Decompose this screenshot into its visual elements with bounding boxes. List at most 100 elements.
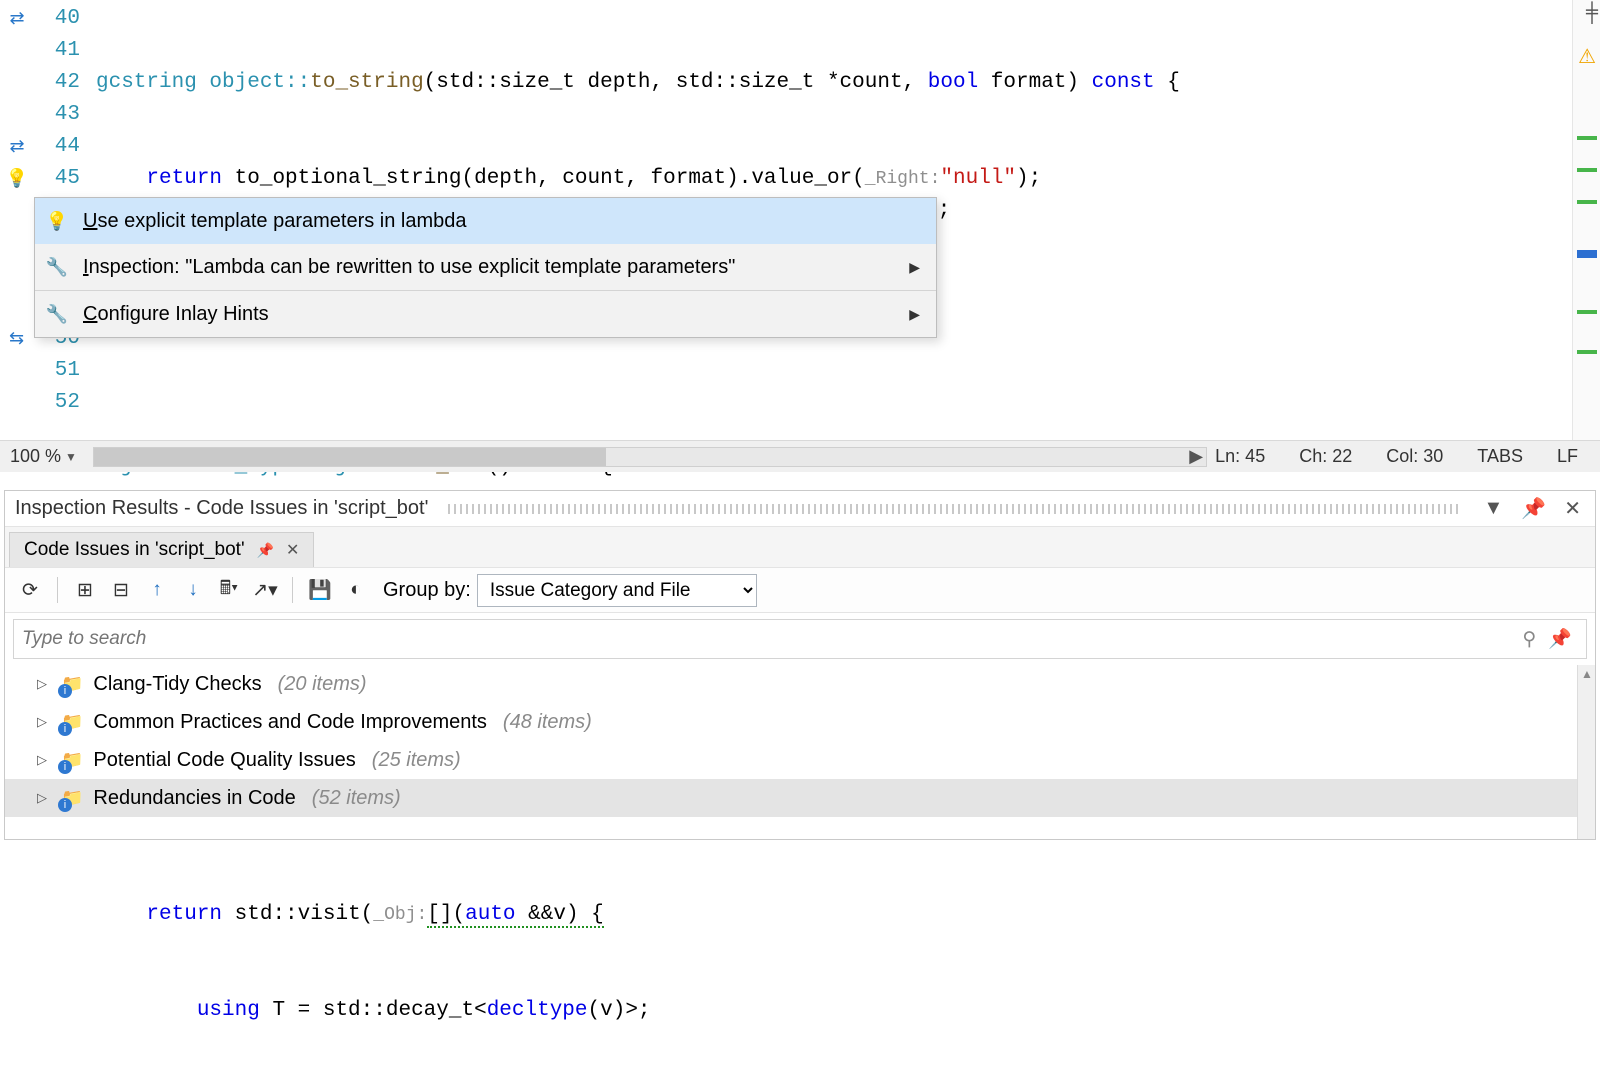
tree-category[interactable]: ▷ 📁 Potential Code Quality Issues (25 it… [5,741,1595,779]
expand-icon[interactable]: ▷ [37,752,51,768]
code-text: bool [928,71,978,94]
export-button[interactable]: ↗▾ [250,579,280,602]
override-icon[interactable]: ⇄ [9,328,24,350]
save-button[interactable]: 💾 [305,578,335,602]
chevron-down-icon[interactable]: ▼ [65,450,77,464]
close-icon[interactable]: ✕ [1560,496,1585,521]
zoom-value: 100 % [10,446,61,467]
marker[interactable] [1577,250,1597,258]
panel-titlebar[interactable]: Inspection Results - Code Issues in 'scr… [5,491,1595,527]
pin-icon[interactable]: 📌 [1517,496,1550,521]
scroll-right-icon[interactable]: ▶ [1186,448,1206,466]
menu-item-inspection[interactable]: 🔧 Inspection: "Lambda can be rewritten t… [35,244,936,290]
category-count: (48 items) [503,711,592,734]
prev-button[interactable]: ↑ [142,579,172,601]
editor-statusbar: 100 % ▼ ◀ ▶ Ln: 45 Ch: 22 Col: 30 TABS L… [0,440,1600,472]
panel-tab[interactable]: Code Issues in 'script_bot' 📌 ✕ [9,532,314,567]
category-label: Clang-Tidy Checks [93,673,261,696]
scroll-up-icon[interactable]: ▲ [1581,667,1593,681]
code-text: to_string [310,71,423,94]
marker[interactable] [1577,200,1597,204]
marker[interactable] [1577,350,1597,354]
folder-icon: 📁 [61,712,83,733]
folder-icon: 📁 [61,788,83,809]
warning-icon[interactable]: ⚠ [1578,44,1596,70]
status-tabs[interactable]: TABS [1477,446,1523,467]
category-count: (52 items) [312,787,401,810]
tree-category[interactable]: ▷ 📁 Clang-Tidy Checks (20 items) [5,665,1595,703]
tree-category[interactable]: ▷ 📁 Redundancies in Code (52 items) [5,779,1595,817]
folder-icon: 📁 [61,750,83,771]
override-icon[interactable]: ⇄ [9,8,24,30]
code-text: decltype [487,999,588,1022]
submenu-arrow-icon: ▶ [909,259,920,276]
code-text: std::visit( [222,903,373,926]
vertical-scrollbar[interactable]: ▲ [1577,665,1595,839]
expand-icon[interactable]: ▷ [37,790,51,806]
panel-grip[interactable] [448,504,1459,514]
override-icon[interactable]: ⇄ [9,136,24,158]
pin-icon[interactable]: 📌 [1542,627,1578,651]
panel-title: Inspection Results - Code Issues in 'scr… [15,497,428,520]
category-count: (25 items) [372,749,461,772]
tree-category[interactable]: ▷ 📁 Common Practices and Code Improvemen… [5,703,1595,741]
menu-item-label: Inspection: "Lambda can be rewritten to … [83,256,895,279]
status-col[interactable]: Col: 30 [1386,446,1443,467]
menu-item-use-explicit-template[interactable]: 💡 Use explicit template parameters in la… [35,198,936,244]
code-text: return [146,167,222,190]
panel-tabbar: Code Issues in 'script_bot' 📌 ✕ [5,527,1595,567]
expand-icon[interactable]: ▷ [37,714,51,730]
split-handle-icon[interactable]: ╪ [1586,2,1598,25]
code-text: &&v) { [516,903,604,926]
error-stripe[interactable]: ╪ ⚠ [1572,0,1600,440]
zoom-control[interactable]: 100 % ▼ [0,446,85,467]
issues-tree[interactable]: ▷ 📁 Clang-Tidy Checks (20 items) ▷ 📁 Com… [5,665,1595,839]
code-text: auto [465,903,515,926]
quickfix-popup[interactable]: 💡 Use explicit template parameters in la… [34,197,937,338]
panel-menu-icon[interactable]: ▼ [1480,497,1508,520]
status-char[interactable]: Ch: 22 [1299,446,1352,467]
code-text: { [1155,71,1180,94]
group-by-label: Group by: [383,579,471,602]
category-label: Potential Code Quality Issues [93,749,355,772]
code-text: "null" [940,167,1016,190]
code-text: format) [978,71,1091,94]
code-text: (v)>; [588,999,651,1022]
marker[interactable] [1577,136,1597,140]
collapse-all-button[interactable]: ⊟ [106,579,136,602]
code-text: to_optional_string(depth, count, format)… [222,167,865,190]
lightbulb-icon: 💡 [46,211,68,232]
code-text: object:: [209,71,310,94]
menu-item-configure-hints[interactable]: 🔧 Configure Inlay Hints ▶ [35,291,936,337]
code-text: (std::size_t depth, std::size_t *count, [424,71,928,94]
marker[interactable] [1577,168,1597,172]
scrollbar-thumb[interactable] [94,448,606,466]
inlay-hint: _Obj: [373,905,427,925]
horizontal-scrollbar[interactable]: ◀ ▶ [93,447,1207,467]
code-text: gcstring [96,71,209,94]
code-text: T = std::decay_t< [260,999,487,1022]
status-line[interactable]: Ln: 45 [1215,446,1265,467]
pin-icon[interactable]: 📌 [257,542,274,559]
next-button[interactable]: ↓ [178,579,208,601]
settings-button[interactable]: 🖩▾ [214,574,244,606]
lightbulb-icon[interactable]: 💡 [6,168,28,190]
refresh-button[interactable]: ⟳ [15,579,45,602]
expand-icon[interactable]: ▷ [37,676,51,692]
code-text: ); [1016,167,1041,190]
close-icon[interactable]: ✕ [286,540,299,560]
inspection-results-panel: Inspection Results - Code Issues in 'scr… [4,490,1596,840]
expand-all-button[interactable]: ⊞ [70,579,100,602]
code-text: using [197,999,260,1022]
search-bar[interactable]: ⚲ 📌 [13,619,1587,659]
group-by-select[interactable]: Issue Category and File [477,574,757,607]
search-options-icon[interactable]: ⚲ [1516,628,1542,651]
tab-label: Code Issues in 'script_bot' [24,539,245,561]
inlay-hint: _Right: [865,169,941,189]
marker[interactable] [1577,310,1597,314]
code-text: return [146,903,222,926]
filter-button[interactable]: ◐ [341,579,371,601]
search-input[interactable] [22,628,1516,650]
status-lineending[interactable]: LF [1557,446,1578,467]
gutter: ⇄ ⇄ 💡 ⇄ [0,0,34,440]
